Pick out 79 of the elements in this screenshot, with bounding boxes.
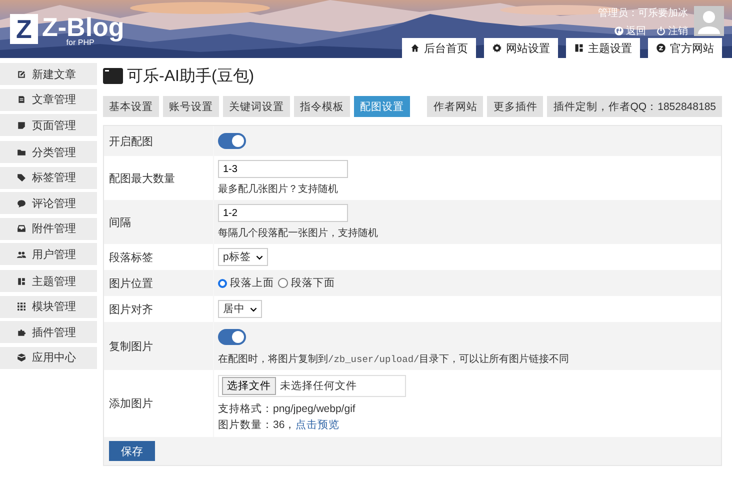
count-text: 图片数量：36，	[218, 419, 296, 431]
toggle-switch[interactable]	[218, 329, 246, 345]
tab[interactable]: 基本设置	[103, 96, 159, 117]
caret-icon	[250, 306, 257, 312]
hint-text: 每隔几个段落配一张图片，支持随机	[218, 226, 378, 240]
link-button[interactable]: 插件定制，作者QQ：1852848185	[547, 96, 722, 117]
sidebar-item[interactable]: 文章管理	[0, 88, 97, 110]
input-field[interactable]: 1-2	[218, 204, 348, 222]
link-button[interactable]: 更多插件	[487, 96, 544, 117]
edit-icon	[17, 70, 26, 78]
logo-letter: Z	[10, 14, 38, 44]
formats-text: 支持格式：png/jpeg/webp/gif	[218, 402, 356, 416]
sidebar-item[interactable]: 插件管理	[0, 321, 97, 343]
file-status: 未选择任何文件	[280, 379, 357, 393]
field-label: 间隔	[109, 216, 131, 230]
power-icon	[656, 26, 666, 36]
nav-tab[interactable]: 后台首页	[402, 38, 476, 58]
logo-name: Z-Blog	[42, 14, 124, 40]
dropdown[interactable]: p标签	[218, 248, 268, 266]
field-label: 添加图片	[109, 397, 153, 411]
logo-subtitle: for PHP	[66, 38, 94, 47]
nav-tab[interactable]: 官方网站	[648, 38, 722, 58]
save-button[interactable]: 保存	[109, 441, 155, 461]
dropdown[interactable]: 居中	[218, 300, 262, 318]
radio-label: 段落上面	[230, 276, 274, 290]
choose-file-button[interactable]: 选择文件	[222, 377, 276, 395]
layout-icon	[574, 43, 584, 53]
sidebar-item[interactable]: 主题管理	[0, 270, 97, 292]
sidebar-item[interactable]: 分类管理	[0, 141, 97, 163]
field-label: 段落标签	[109, 250, 153, 264]
radio-button[interactable]	[218, 278, 227, 288]
sidebar-item[interactable]: 评论管理	[0, 192, 97, 214]
house-icon	[410, 43, 420, 53]
field-label: 图片位置	[109, 276, 153, 290]
caret-icon	[256, 254, 263, 260]
preview-link[interactable]: 点击预览	[296, 419, 340, 431]
admin-name: 管理员：可乐要加冰	[598, 6, 688, 20]
folder-icon	[17, 148, 26, 156]
page-title: 可乐-AI助手(豆包)	[127, 66, 254, 86]
settings-icon	[492, 43, 502, 53]
puzzle-icon	[17, 328, 26, 336]
field-label: 配图最大数量	[109, 172, 175, 186]
document-icon	[17, 95, 26, 104]
tray-icon	[17, 224, 26, 233]
sidebar-item[interactable]: 标签管理	[0, 166, 97, 188]
nav-tab[interactable]: 主题设置	[566, 38, 640, 58]
tab[interactable]: 指令模板	[294, 96, 350, 117]
grid-icon	[17, 302, 26, 311]
field-label: 图片对齐	[109, 302, 153, 316]
nav-tab[interactable]: 网站设置	[484, 38, 558, 58]
radio-label: 段落下面	[291, 276, 335, 290]
globe-icon	[614, 26, 624, 36]
field-label: 开启配图	[109, 134, 153, 148]
users-icon	[17, 250, 26, 258]
layout-icon	[17, 276, 26, 286]
tab[interactable]: 账号设置	[163, 96, 219, 117]
window-icon	[103, 68, 123, 84]
sidebar-item[interactable]: 模块管理	[0, 296, 97, 318]
sidebar-item[interactable]: 应用中心	[0, 346, 97, 368]
radio-button[interactable]	[278, 278, 288, 288]
sidebar-item[interactable]: 用户管理	[0, 243, 97, 265]
link-button[interactable]: 作者网站	[427, 96, 484, 117]
sidebar-item[interactable]: 新建文章	[0, 63, 97, 85]
header-link[interactable]: 注销	[656, 24, 688, 38]
page-icon	[17, 120, 26, 130]
sidebar-item[interactable]: 附件管理	[0, 218, 97, 240]
hint-text: 最多配几张图片？支持随机	[218, 182, 338, 196]
field-label: 复制图片	[109, 340, 153, 354]
speech-bubble-icon	[17, 198, 26, 208]
hint-text: 在配图时，将图片复制到/zb_user/upload/目录下，可以让所有图片链接不同	[218, 352, 570, 366]
tab[interactable]: 关键词设置	[223, 96, 290, 117]
input-field[interactable]: 1-3	[218, 160, 348, 178]
box-icon	[17, 353, 26, 362]
file-input[interactable]: 选择文件 未选择任何文件	[218, 375, 406, 397]
sidebar-item[interactable]: 页面管理	[0, 114, 97, 136]
avatar-icon	[694, 6, 724, 36]
toggle-switch[interactable]	[218, 133, 246, 149]
tag-icon	[17, 173, 26, 182]
header-link[interactable]: 返回	[614, 24, 646, 38]
